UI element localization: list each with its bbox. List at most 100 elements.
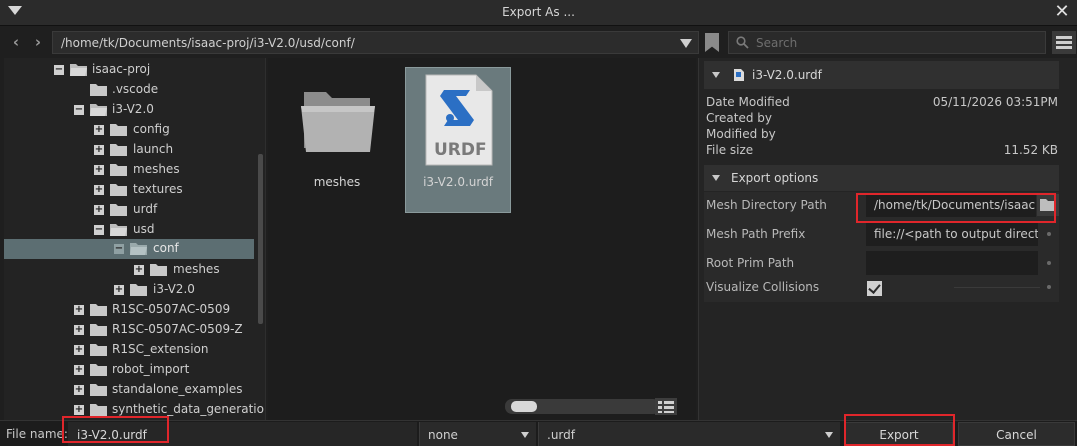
- file-name-label: File name:: [6, 427, 68, 441]
- option-value: file://<path to output directo: [874, 227, 1038, 241]
- tree-item[interactable]: − isaac-proj: [4, 60, 254, 80]
- expand-icon[interactable]: +: [94, 145, 104, 155]
- path-text: /home/tk/Documents/isaac-proj/i3-V2.0/us…: [61, 36, 355, 50]
- folder-icon: [90, 384, 107, 396]
- folder-icon: [90, 324, 107, 336]
- tree-item[interactable]: + R1SC-0507AC-0509: [4, 300, 254, 320]
- zoom-slider-knob[interactable]: [511, 401, 537, 412]
- folder-open-icon: [90, 104, 107, 116]
- path-field[interactable]: /home/tk/Documents/isaac-proj/i3-V2.0/us…: [52, 31, 699, 54]
- tree-item-label: config: [133, 122, 170, 136]
- close-icon[interactable]: ✕: [1053, 3, 1071, 21]
- folder-icon: [130, 284, 147, 296]
- expand-icon[interactable]: +: [74, 405, 84, 415]
- expand-icon[interactable]: +: [94, 125, 104, 135]
- export-options-header[interactable]: Export options: [704, 165, 1059, 191]
- visualize-collisions-checkbox[interactable]: [867, 281, 882, 296]
- info-key: Modified by: [706, 127, 776, 141]
- tree-item[interactable]: + meshes: [4, 260, 254, 280]
- search-input[interactable]: Search: [728, 31, 1046, 54]
- folder-icon: [90, 404, 107, 416]
- tree-item[interactable]: + R1SC_extension: [4, 340, 254, 360]
- highlight-box-export: [844, 414, 955, 446]
- collapse-icon[interactable]: −: [114, 244, 124, 254]
- extension-select[interactable]: .urdf: [538, 422, 840, 446]
- collapse-icon[interactable]: −: [54, 65, 64, 75]
- folder-icon: [90, 364, 107, 376]
- expand-icon[interactable]: +: [74, 365, 84, 375]
- reset-dot-icon[interactable]: [1047, 232, 1051, 236]
- tree-item[interactable]: − i3-V2.0: [4, 100, 254, 120]
- grid-item-file-selected[interactable]: URDF i3-V2.0.urdf: [405, 67, 511, 213]
- path-dropdown-icon[interactable]: [680, 39, 692, 48]
- divider: [954, 287, 1040, 288]
- expand-icon[interactable]: +: [74, 385, 84, 395]
- expand-icon[interactable]: +: [134, 265, 144, 275]
- export-options-title: Export options: [731, 171, 819, 185]
- tree-item[interactable]: + i3-V2.0: [4, 280, 254, 300]
- tree-item[interactable]: + launch: [4, 140, 254, 160]
- chevron-down-icon: [825, 432, 833, 438]
- grid-item-label: meshes: [313, 175, 361, 189]
- tree-item[interactable]: + config: [4, 120, 254, 140]
- collapse-icon[interactable]: −: [94, 225, 104, 235]
- expand-icon[interactable]: +: [94, 205, 104, 215]
- tree-item[interactable]: + urdf: [4, 200, 254, 220]
- expand-icon[interactable]: +: [94, 185, 104, 195]
- tree-item-label: launch: [133, 142, 174, 156]
- info-modified-by: Modified by: [706, 127, 1058, 143]
- collapse-triangle-icon[interactable]: [712, 72, 720, 78]
- tree-item[interactable]: + standalone_examples: [4, 380, 254, 400]
- extension-value: .urdf: [547, 428, 575, 442]
- grid-item-folder[interactable]: meshes: [284, 68, 390, 214]
- info-file-size: File size 11.52 KB: [706, 143, 1058, 159]
- forward-chevron-icon[interactable]: ›: [31, 34, 45, 50]
- search-icon: [736, 36, 749, 49]
- detail-panel: i3-V2.0.urdf Date Modified 05/11/2026 03…: [698, 58, 1077, 420]
- tree-scrollbar[interactable]: [258, 154, 263, 324]
- expand-icon[interactable]: +: [74, 325, 84, 335]
- tree-item[interactable]: + meshes: [4, 160, 254, 180]
- reset-dot-icon[interactable]: [1047, 285, 1051, 289]
- info-key: File size: [706, 143, 754, 157]
- info-key: Created by: [706, 111, 773, 125]
- tree-item-label: .vscode: [112, 82, 159, 96]
- tree-item-label: meshes: [133, 162, 180, 176]
- expand-icon[interactable]: +: [74, 305, 84, 315]
- tree-item[interactable]: + robot_import: [4, 360, 254, 380]
- tree-item[interactable]: + textures: [4, 180, 254, 200]
- cancel-button[interactable]: Cancel: [958, 422, 1075, 446]
- detail-file-name: i3-V2.0.urdf: [752, 68, 822, 82]
- highlight-box-file-name: [62, 416, 169, 443]
- grid-view-icon[interactable]: [655, 398, 677, 415]
- tree-item[interactable]: + R1SC-0507AC-0509-Z: [4, 320, 254, 340]
- collapse-icon[interactable]: −: [74, 105, 84, 115]
- bookmark-icon[interactable]: [705, 33, 719, 52]
- expand-icon[interactable]: +: [74, 345, 84, 355]
- folder-icon: [110, 164, 127, 176]
- tree-item[interactable]: .vscode: [4, 80, 254, 100]
- tree-item-label: robot_import: [112, 362, 190, 376]
- option-root-prim: Root Prim Path: [704, 250, 1059, 276]
- mesh-prefix-field[interactable]: file://<path to output directo: [866, 222, 1038, 246]
- file-grid[interactable]: meshes URDF i3-V2.0.urdf: [268, 58, 696, 420]
- menu-icon[interactable]: [1052, 31, 1076, 54]
- zoom-slider[interactable]: [505, 399, 660, 414]
- reset-dot-icon[interactable]: [1047, 261, 1051, 265]
- file-info-header[interactable]: i3-V2.0.urdf: [704, 61, 1059, 89]
- back-chevron-icon[interactable]: ‹: [9, 34, 23, 50]
- tree-item[interactable]: − usd: [4, 220, 254, 240]
- tree-item-label: R1SC-0507AC-0509-Z: [112, 322, 243, 336]
- root-prim-field[interactable]: [866, 251, 1038, 275]
- expand-icon[interactable]: +: [94, 165, 104, 175]
- info-created-by: Created by: [706, 111, 1058, 127]
- folder-icon: [110, 204, 127, 216]
- collapse-triangle-icon[interactable]: [712, 175, 720, 181]
- folder-tree[interactable]: − isaac-proj .vscode − i3-V2.0 + config …: [4, 58, 266, 420]
- expand-icon[interactable]: +: [114, 285, 124, 295]
- info-date-modified: Date Modified 05/11/2026 03:51PM: [706, 95, 1058, 111]
- option-label: Mesh Path Prefix: [706, 227, 806, 241]
- filter-select[interactable]: none: [419, 422, 536, 446]
- tree-item-selected[interactable]: − conf: [4, 239, 254, 259]
- option-visualize-collisions: Visualize Collisions: [704, 278, 1059, 304]
